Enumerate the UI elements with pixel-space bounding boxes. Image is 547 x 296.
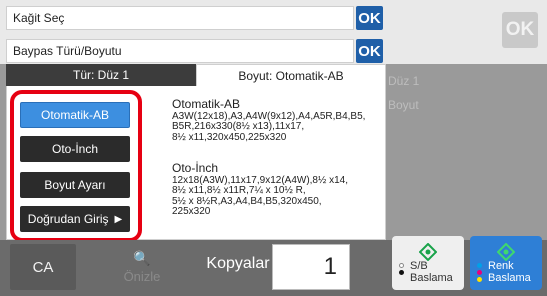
paper-select-ok-button[interactable]: OK xyxy=(356,6,383,30)
start-bw-line: S/B xyxy=(410,260,428,272)
bypass-ok-button[interactable]: OK xyxy=(356,39,383,63)
copies-label: Kopyalar xyxy=(206,255,270,272)
start-color-label: Renk Baslama xyxy=(488,260,531,284)
diamond-start-icon xyxy=(418,242,438,262)
start-bw-line: Baslama xyxy=(410,272,453,284)
background-ok-button: OK xyxy=(502,12,538,48)
start-color-line: Renk xyxy=(488,260,514,272)
background-paper-type: Düz 1 xyxy=(388,74,420,88)
start-color-button[interactable]: Renk Baslama xyxy=(470,236,542,290)
start-bw-button[interactable]: S/B Baslama xyxy=(392,236,464,290)
auto-inch-size-list: Oto-İnch 12x18(A3W),11x17,9x12(A4W),8½ x… xyxy=(172,162,377,218)
copies-input[interactable]: 1 xyxy=(272,244,350,290)
auto-ab-size-list: Otomatik-AB A3W(12x18),A3,A4W(9x12),A4,A… xyxy=(172,98,377,143)
start-bw-label: S/B Baslama xyxy=(410,260,453,284)
auto-inch-heading: Oto-İnch xyxy=(172,161,219,175)
auto-ab-heading: Otomatik-AB xyxy=(172,97,241,111)
color-dots-icon xyxy=(477,263,485,284)
preview-label: Önizle xyxy=(123,269,161,284)
background-paper-size: Boyut xyxy=(388,98,419,112)
magnifier-icon: 🔍 xyxy=(133,250,151,266)
tab-size[interactable]: Boyut: Otomatik-AB xyxy=(196,64,386,86)
paper-select-title: Kağit Seç xyxy=(6,6,354,30)
preview-button[interactable]: 🔍 Önizle xyxy=(82,244,202,290)
tab-type[interactable]: Tür: Düz 1 xyxy=(6,64,196,86)
size-list-line: 8½ x11,320x450,225x320 xyxy=(172,131,287,143)
bw-dots-icon xyxy=(399,263,407,277)
start-color-line: Baslama xyxy=(488,272,531,284)
diamond-start-icon xyxy=(496,242,516,262)
clear-all-button[interactable]: CA xyxy=(10,244,76,290)
size-list-line: 225x320 xyxy=(172,206,211,218)
highlight-frame xyxy=(10,90,142,242)
copier-screen: OK Düz 1 Boyut Kağit Seç OK Baypas Türü/… xyxy=(0,0,547,296)
bypass-type-size-title: Baypas Türü/Boyutu xyxy=(6,39,354,63)
